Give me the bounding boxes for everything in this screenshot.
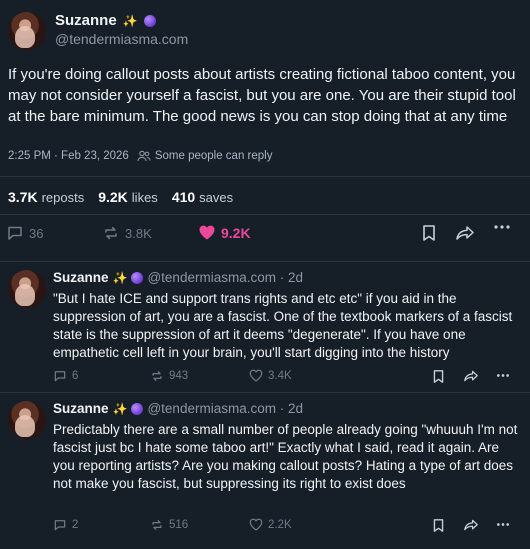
author-name[interactable]: Suzanne	[53, 401, 109, 416]
avatar[interactable]	[8, 270, 46, 308]
more-icon	[493, 224, 511, 230]
heart-icon	[249, 518, 263, 531]
avatar[interactable]	[8, 12, 46, 50]
post-meta: 2:25 PM · Feb 23, 2026 Some people can r…	[8, 150, 272, 162]
reply-post[interactable]: Suzanne ✨ @tendermiasma.com · 2d "But I …	[0, 262, 530, 394]
sparkles-icon: ✨	[122, 14, 138, 28]
reply-button[interactable]: 2	[53, 518, 78, 532]
bookmark-icon	[432, 369, 445, 384]
likes-count[interactable]: 9.2K	[98, 189, 128, 205]
share-button[interactable]	[463, 518, 479, 532]
heart-icon	[249, 369, 263, 382]
share-button[interactable]	[455, 224, 475, 242]
reply-button[interactable]: 36	[6, 224, 43, 242]
reply-header: Suzanne ✨ @tendermiasma.com · 2d	[53, 401, 303, 416]
repost-button[interactable]: 943	[150, 369, 188, 383]
repost-count: 516	[169, 519, 189, 531]
repost-count: 943	[169, 370, 189, 382]
divider	[0, 214, 530, 215]
author-handle-time[interactable]: @tendermiasma.com · 2d	[147, 401, 303, 416]
share-icon	[463, 369, 479, 383]
author-name[interactable]: Suzanne	[53, 270, 109, 285]
sparkles-icon: ✨	[112, 401, 128, 416]
people-icon	[137, 150, 151, 162]
more-options-button[interactable]	[496, 522, 510, 527]
post-actions: 36 3.8K 9.2K	[0, 224, 530, 250]
more-icon	[496, 522, 510, 527]
like-button[interactable]: 2.2K	[249, 518, 292, 531]
sparkles-icon: ✨	[112, 270, 128, 285]
reply-count: 2	[72, 519, 79, 531]
bookmark-button[interactable]	[421, 224, 437, 242]
share-icon	[463, 518, 479, 532]
more-options-button[interactable]	[496, 373, 510, 378]
like-count: 3.4K	[268, 369, 292, 382]
like-button[interactable]: 9.2K	[198, 224, 251, 241]
author-handle-time[interactable]: @tendermiasma.com · 2d	[147, 270, 303, 285]
like-button[interactable]: 3.4K	[249, 369, 292, 382]
verified-badge-icon	[131, 271, 144, 284]
verified-badge-icon	[131, 402, 144, 415]
reply-icon	[6, 224, 24, 242]
heart-icon	[198, 224, 216, 241]
author-handle[interactable]: @tendermiasma.com	[55, 30, 188, 48]
saves-count[interactable]: 410	[172, 189, 195, 205]
share-button[interactable]	[463, 369, 479, 383]
repost-count: 3.8K	[125, 225, 152, 241]
reply-count: 36	[29, 225, 44, 241]
bookmark-icon	[432, 518, 445, 533]
reply-icon	[53, 369, 67, 383]
reposts-label[interactable]: reposts	[42, 190, 85, 205]
bookmark-icon	[421, 224, 437, 242]
reply-header: Suzanne ✨ @tendermiasma.com · 2d	[53, 270, 303, 285]
verified-badge-icon	[143, 15, 156, 27]
reply-text: Predictably there are a small number of …	[53, 422, 518, 491]
author-name[interactable]: Suzanne	[55, 12, 117, 30]
more-options-button[interactable]	[493, 224, 511, 230]
post-stats: 3.7K reposts 9.2K likes 410 saves	[8, 189, 233, 205]
more-icon	[496, 373, 510, 378]
reposts-count[interactable]: 3.7K	[8, 189, 38, 205]
avatar[interactable]	[8, 401, 46, 439]
divider	[0, 176, 530, 177]
reply-count: 6	[72, 370, 79, 382]
post-timestamp[interactable]: 2:25 PM · Feb 23, 2026	[8, 150, 129, 162]
reply-text: "But I hate ICE and support trans rights…	[53, 291, 513, 360]
like-count: 2.2K	[268, 518, 292, 531]
reply-post[interactable]: Suzanne ✨ @tendermiasma.com · 2d Predict…	[0, 393, 530, 549]
repost-icon	[102, 224, 120, 242]
repost-button[interactable]: 3.8K	[102, 224, 152, 242]
likes-label[interactable]: likes	[132, 190, 158, 205]
bookmark-button[interactable]	[432, 518, 445, 533]
post-header: Suzanne ✨ @tendermiasma.com	[8, 12, 188, 50]
bookmark-button[interactable]	[432, 369, 445, 384]
post-text: If you're doing callout posts about arti…	[8, 66, 516, 125]
repost-icon	[150, 369, 164, 383]
repost-button[interactable]: 516	[150, 518, 188, 532]
saves-label[interactable]: saves	[199, 190, 233, 205]
reply-icon	[53, 518, 67, 532]
repost-icon	[150, 518, 164, 532]
reply-button[interactable]: 6	[53, 369, 78, 383]
share-icon	[455, 224, 475, 242]
like-count: 9.2K	[221, 224, 251, 241]
reply-setting[interactable]: Some people can reply	[155, 150, 273, 162]
